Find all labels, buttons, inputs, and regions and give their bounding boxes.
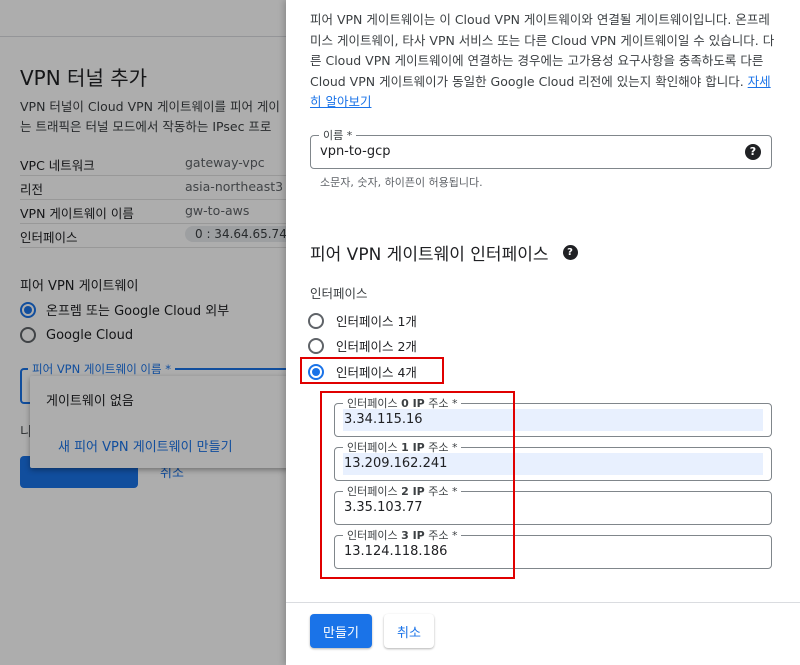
intro-text: 피어 VPN 게이트웨이는 이 Cloud VPN 게이트웨이와 연결될 게이트… — [310, 12, 775, 89]
ip-input[interactable]: 13.209.162.241 — [344, 456, 447, 471]
cancel-button[interactable]: 취소 — [384, 614, 434, 648]
radio-label: 인터페이스 1개 — [336, 314, 417, 329]
help-icon[interactable]: ? — [562, 245, 578, 260]
interfaces-label: 인터페이스 — [310, 286, 368, 301]
radio-interface-2[interactable]: 인터페이스 2개 — [308, 336, 417, 355]
footer-divider — [286, 602, 800, 603]
name-field-label: 이름 * — [319, 127, 357, 143]
ip-input[interactable]: 3.34.115.16 — [344, 412, 423, 427]
create-button[interactable]: 만들기 — [310, 614, 372, 648]
help-icon[interactable]: ? — [745, 144, 761, 160]
highlight-box-interface-option — [300, 357, 444, 384]
radio-label: 인터페이스 2개 — [336, 339, 417, 354]
ip-input[interactable]: 13.124.118.186 — [344, 544, 447, 559]
name-hint: 소문자, 숫자, 하이픈이 허용됩니다. — [320, 176, 483, 189]
section-title-text: 피어 VPN 게이트웨이 인터페이스 — [310, 245, 549, 265]
radio-unselected-icon — [308, 337, 324, 354]
ip-input[interactable]: 3.35.103.77 — [344, 500, 423, 515]
create-peer-gateway-panel: 피어 VPN 게이트웨이는 이 Cloud VPN 게이트웨이와 연결될 게이트… — [286, 0, 800, 665]
radio-unselected-icon — [308, 312, 324, 329]
section-title: 피어 VPN 게이트웨이 인터페이스 ? — [310, 240, 578, 265]
name-input[interactable]: vpn-to-gcp — [320, 144, 391, 159]
name-field[interactable]: 이름 * vpn-to-gcp ? — [310, 127, 772, 169]
panel-intro: 피어 VPN 게이트웨이는 이 Cloud VPN 게이트웨이와 연결될 게이트… — [310, 10, 778, 113]
radio-interface-1[interactable]: 인터페이스 1개 — [308, 311, 417, 330]
